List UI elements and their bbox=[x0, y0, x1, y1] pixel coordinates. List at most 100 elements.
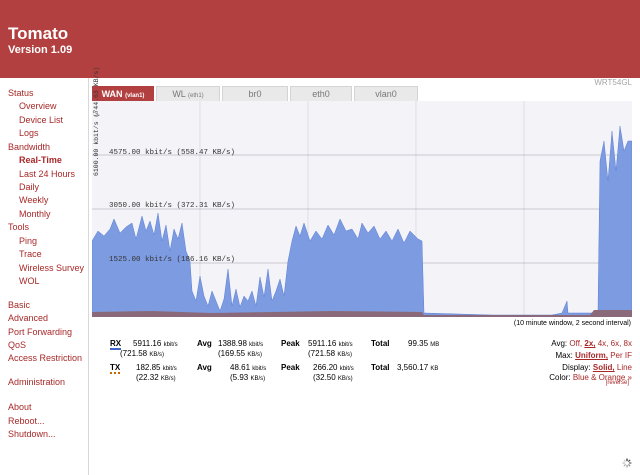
avg-option-row: Avg: Off, 2x, 4x, 6x, 8x bbox=[551, 339, 632, 348]
nav-qos[interactable]: QoS bbox=[8, 340, 26, 350]
max-option-label: Max: bbox=[555, 351, 573, 360]
tab-vlan0-label: vlan0 bbox=[375, 89, 397, 99]
nav-basic[interactable]: Basic bbox=[8, 300, 30, 310]
tab-eth0-label: eth0 bbox=[312, 89, 330, 99]
tab-eth0[interactable]: eth0 bbox=[290, 86, 352, 101]
avg-2x-link[interactable]: 2x, bbox=[584, 339, 595, 348]
tx-avg-kb-value: (5.93 bbox=[230, 373, 249, 382]
nav-port-forwarding[interactable]: Port Forwarding bbox=[8, 327, 72, 337]
grid-label-2: 3050.00 kbit/s (372.31 KB/s) bbox=[109, 202, 236, 210]
tx-avg-label: Avg bbox=[197, 363, 212, 372]
max-option-row: Max: Uniform, Per IF bbox=[556, 351, 632, 360]
tx-total-label: Total bbox=[371, 363, 390, 372]
tx-current-value: 182.85 bbox=[136, 363, 161, 372]
tx-avg-kb: (5.93 KB/s) bbox=[230, 373, 265, 382]
tab-wl-sub: (eth1) bbox=[188, 93, 204, 99]
rx-peak-kb-value: (721.58 bbox=[308, 349, 336, 358]
tx-current-unit: kbit/s bbox=[162, 366, 177, 372]
rx-avg-unit: kbit/s bbox=[249, 342, 264, 348]
loading-spinner-icon bbox=[622, 458, 632, 468]
nav-tools[interactable]: Tools bbox=[8, 222, 29, 232]
rx-peak-label: Peak bbox=[281, 339, 300, 348]
rx-peak-unit: kbit/s bbox=[338, 342, 353, 348]
window-note: (10 minute window, 2 second interval) bbox=[513, 320, 631, 327]
nav-monthly[interactable]: Monthly bbox=[19, 209, 51, 219]
nav-status[interactable]: Status bbox=[8, 88, 34, 98]
rx-current-kb: (721.58 KB/s) bbox=[120, 349, 164, 358]
tab-wan-sub: (vlan1) bbox=[125, 93, 145, 99]
nav-wireless-survey[interactable]: Wireless Survey bbox=[19, 263, 84, 273]
rx-peak-kb: (721.58 KB/s) bbox=[308, 349, 352, 358]
reverse-colors-link[interactable]: [reverse] bbox=[606, 380, 629, 386]
nav-wol[interactable]: WOL bbox=[19, 276, 40, 286]
tab-wl-label: WL bbox=[172, 89, 186, 99]
tab-wan-label: WAN bbox=[101, 89, 123, 99]
max-per-if-link[interactable]: Per IF bbox=[610, 351, 632, 360]
tx-avg-unit: kbit/s bbox=[252, 366, 267, 372]
tx-peak: 266.20 kbit/s bbox=[313, 363, 354, 372]
rx-total-unit: MB bbox=[430, 342, 440, 348]
avg-8x-link[interactable]: 8x bbox=[624, 339, 632, 348]
rx-current-kb-unit: KB/s) bbox=[149, 352, 165, 358]
rx-avg-kb: (169.55 KB/s) bbox=[218, 349, 262, 358]
tx-peak-label: Peak bbox=[281, 363, 300, 372]
nav-bandwidth[interactable]: Bandwidth bbox=[8, 142, 50, 152]
nav-overview[interactable]: Overview bbox=[19, 101, 57, 111]
rx-avg-value: 1388.98 bbox=[218, 339, 247, 348]
tab-wl[interactable]: WL (eth1) bbox=[156, 86, 220, 101]
rx-peak-value: 5911.16 bbox=[308, 339, 337, 348]
display-option-row: Display: Solid, Line bbox=[562, 363, 632, 372]
rx-peak-kb-unit: KB/s) bbox=[337, 352, 353, 358]
rx-current-kb-value: (721.58 bbox=[120, 349, 148, 358]
tx-peak-kb-unit: KB/s) bbox=[337, 376, 353, 382]
rx-current: 5911.16 kbit/s bbox=[133, 339, 178, 348]
rx-avg: 1388.98 kbit/s bbox=[218, 339, 263, 348]
nav-reboot[interactable]: Reboot... bbox=[8, 416, 45, 426]
nav-shutdown[interactable]: Shutdown... bbox=[8, 429, 56, 439]
tx-total-unit: KB bbox=[430, 366, 439, 372]
nav-trace[interactable]: Trace bbox=[19, 249, 42, 259]
nav-weekly[interactable]: Weekly bbox=[19, 195, 48, 205]
graph-max-scale-label: 6100.00 kbit/s (744.63 KB/s) bbox=[93, 66, 100, 176]
tx-peak-kb-value: (32.50 bbox=[313, 373, 336, 382]
sidebar: Status Overview Device List Logs Bandwid… bbox=[0, 78, 89, 475]
nav-daily[interactable]: Daily bbox=[19, 182, 39, 192]
tx-peak-unit: kbit/s bbox=[339, 366, 354, 372]
rx-avg-kb-unit: KB/s) bbox=[247, 352, 263, 358]
nav-logs[interactable]: Logs bbox=[19, 128, 39, 138]
app-version: Version 1.09 bbox=[8, 44, 73, 56]
nav-last-24-hours[interactable]: Last 24 Hours bbox=[19, 169, 75, 179]
rx-label: RX bbox=[110, 339, 122, 350]
rx-peak: 5911.16 kbit/s bbox=[308, 339, 353, 348]
rx-current-unit: kbit/s bbox=[163, 342, 178, 348]
nav-about[interactable]: About bbox=[8, 402, 32, 412]
tx-peak-kb: (32.50 KB/s) bbox=[313, 373, 353, 382]
tab-vlan0[interactable]: vlan0 bbox=[354, 86, 418, 101]
nav-real-time[interactable]: Real-Time bbox=[19, 155, 62, 165]
avg-4x-link[interactable]: 4x, bbox=[598, 339, 609, 348]
app-title: Tomato bbox=[8, 24, 69, 43]
tx-total: 3,560.17 KB bbox=[397, 363, 438, 372]
tx-avg: 48.61 kbit/s bbox=[230, 363, 266, 372]
display-line-link[interactable]: Line bbox=[617, 363, 632, 372]
avg-option-label: Avg: bbox=[551, 339, 568, 348]
tab-br0-label: br0 bbox=[248, 89, 262, 99]
tx-current: 182.85 kbit/s bbox=[136, 363, 177, 372]
tx-avg-kb-unit: KB/s) bbox=[250, 376, 266, 382]
rx-total: 99.35 MB bbox=[408, 339, 439, 348]
tx-current-kb-value: (22.32 bbox=[136, 373, 159, 382]
display-solid-link[interactable]: Solid, bbox=[593, 363, 615, 372]
avg-6x-link[interactable]: 6x, bbox=[611, 339, 622, 348]
rx-avg-kb-value: (169.55 bbox=[218, 349, 246, 358]
tab-wan[interactable]: WAN (vlan1) bbox=[92, 86, 154, 101]
nav-ping[interactable]: Ping bbox=[19, 236, 37, 246]
nav-device-list[interactable]: Device List bbox=[19, 115, 63, 125]
grid-label-1: 4575.00 kbit/s (558.47 KB/s) bbox=[109, 149, 236, 157]
rx-avg-label: Avg bbox=[197, 339, 212, 348]
nav-advanced[interactable]: Advanced bbox=[8, 313, 48, 323]
tab-br0[interactable]: br0 bbox=[222, 86, 288, 101]
nav-administration[interactable]: Administration bbox=[8, 377, 65, 387]
max-uniform-link[interactable]: Uniform, bbox=[575, 351, 608, 360]
nav-access-restriction[interactable]: Access Restriction bbox=[8, 353, 82, 363]
avg-off-link[interactable]: Off, bbox=[569, 339, 582, 348]
